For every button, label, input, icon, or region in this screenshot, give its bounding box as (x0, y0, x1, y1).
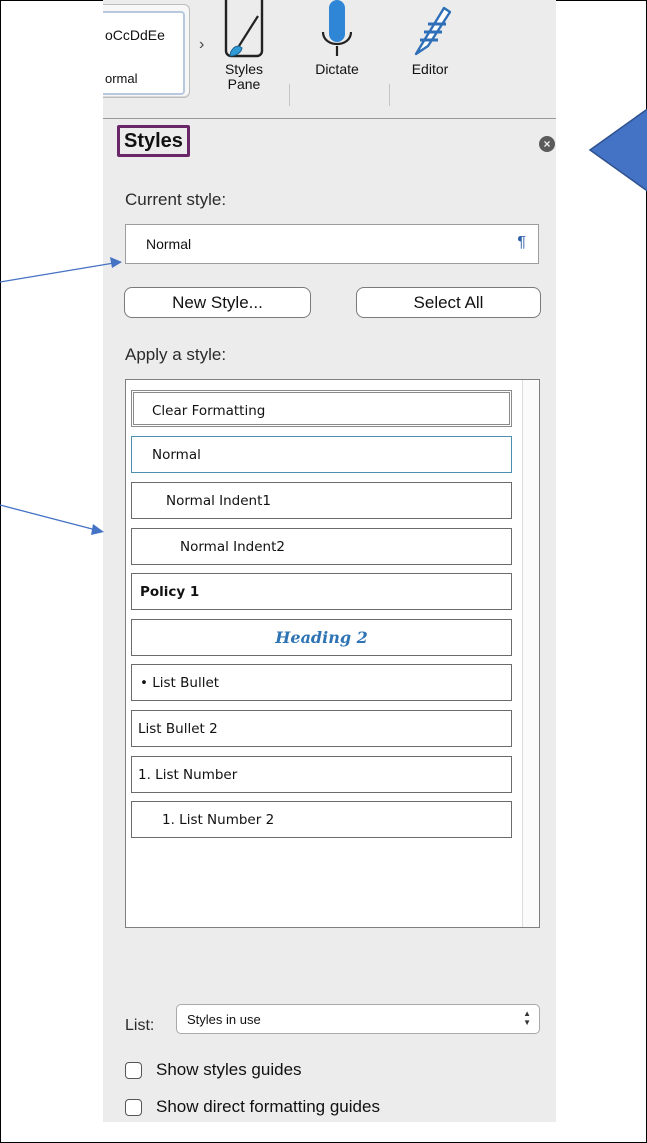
annotation-block-arrow (588, 108, 647, 192)
annotation-overlay (0, 108, 647, 535)
annotation-arrow-styles-list (0, 504, 104, 535)
annotation-arrow-current-style (0, 257, 122, 283)
